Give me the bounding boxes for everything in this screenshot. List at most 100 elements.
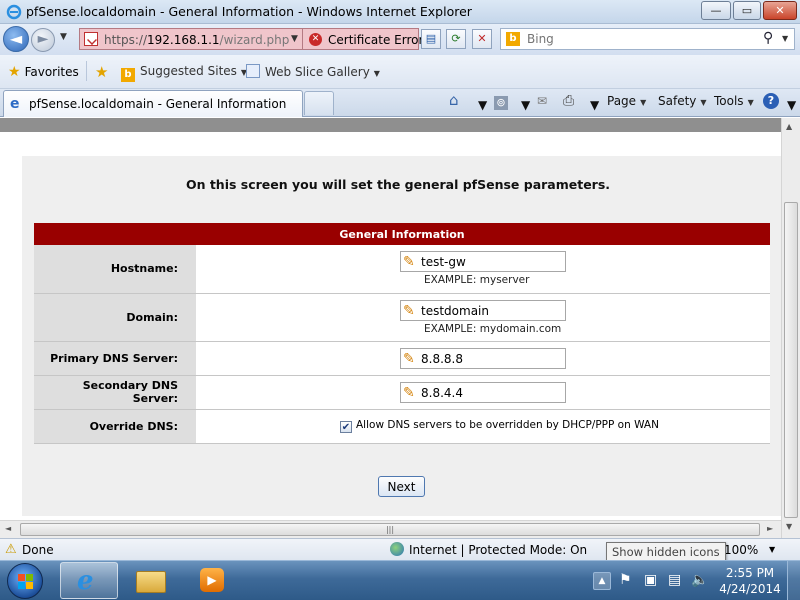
internet-explorer-icon: e <box>77 566 94 596</box>
vertical-scroll-thumb[interactable] <box>784 202 798 518</box>
action-center-flag-icon[interactable]: ⚑ <box>619 572 632 588</box>
certificate-error-button[interactable]: ✕ Certificate Error <box>303 28 423 50</box>
feeds-icon[interactable]: ⊚ <box>494 96 508 110</box>
safety-menu[interactable]: Safety ▼ <box>658 94 707 108</box>
address-url[interactable]: https://192.168.1.1/wizard.php <box>104 33 289 47</box>
search-options-dropdown-icon[interactable]: ▼ <box>782 34 788 43</box>
favorites-label: Favorites <box>24 65 79 79</box>
compatibility-view-button[interactable]: ▤ <box>421 29 441 49</box>
chevron-down-icon: ▼ <box>640 98 647 107</box>
print-icon[interactable]: ⎙ <box>563 93 574 109</box>
favorites-button[interactable]: ★ Favorites <box>8 64 79 80</box>
suggested-sites-link[interactable]: b Suggested Sites ▼ <box>121 64 247 82</box>
form-section-header: General Information <box>34 223 770 245</box>
hostname-row: Hostname: ✎ EXAMPLE: myserver <box>34 245 770 294</box>
primary-dns-field[interactable]: ✎ <box>400 347 566 369</box>
show-hidden-icons-tooltip: Show hidden icons <box>606 542 726 562</box>
scroll-down-icon[interactable]: ▼ <box>786 522 792 531</box>
search-box[interactable]: b ⚲ ▼ <box>500 28 795 50</box>
tab-label: pfSense.localdomain - General Informatio… <box>29 97 287 111</box>
tab-active[interactable]: e pfSense.localdomain - General Informat… <box>3 90 303 117</box>
recent-pages-dropdown-icon[interactable]: ▼ <box>60 32 67 42</box>
security-zone[interactable]: Internet | Protected Mode: On <box>409 543 587 557</box>
page-content: On this screen you will set the general … <box>0 118 800 538</box>
pencil-icon: ✎ <box>403 384 415 401</box>
search-icon[interactable]: ⚲ <box>763 30 773 46</box>
taskbar: e ▶ ▲ ⚑ ▣ ▤ 🔈 2:55 PM 4/24/2014 <box>0 560 800 600</box>
clock-date[interactable]: 4/24/2014 <box>718 582 782 596</box>
chevron-down-icon[interactable]: ▼ <box>787 98 796 112</box>
chevron-down-icon: ▼ <box>747 98 754 107</box>
star-icon: ★ <box>8 64 21 80</box>
vertical-scrollbar[interactable]: ▲ ▼ <box>781 118 800 538</box>
new-tab-button[interactable] <box>304 91 334 115</box>
scroll-left-icon[interactable]: ◄ <box>5 524 11 533</box>
add-to-favorites-bar-icon[interactable]: ★ <box>95 63 108 81</box>
safely-remove-hardware-icon[interactable]: ▣ <box>644 572 657 588</box>
scroll-up-icon[interactable]: ▲ <box>786 122 792 131</box>
back-button[interactable]: ◄ <box>3 26 29 52</box>
search-input[interactable] <box>527 30 757 48</box>
web-slice-label: Web Slice Gallery <box>265 65 370 79</box>
chevron-down-icon[interactable]: ▼ <box>590 98 599 112</box>
horizontal-scrollbar[interactable]: ◄ ||| ► <box>0 520 781 538</box>
domain-field[interactable]: ✎ <box>400 299 566 321</box>
pencil-icon: ✎ <box>403 350 415 367</box>
override-dns-description: Allow DNS servers to be overridden by DH… <box>356 419 659 431</box>
internet-explorer-icon <box>6 4 22 20</box>
chevron-down-icon: ▼ <box>700 98 707 107</box>
wizard-panel: On this screen you will set the general … <box>22 156 782 516</box>
volume-icon[interactable]: 🔈 <box>691 572 708 588</box>
folder-icon <box>136 571 166 593</box>
secondary-dns-input[interactable] <box>421 383 561 402</box>
section-title: General Information <box>339 227 465 241</box>
override-dns-option[interactable]: ✔ Allow DNS servers to be overridden by D… <box>340 419 770 433</box>
zoom-level[interactable]: 100% <box>724 543 758 557</box>
start-button[interactable] <box>7 563 43 599</box>
chevron-down-icon: ▼ <box>373 69 380 78</box>
certificate-error-label: Certificate Error <box>328 33 424 47</box>
maximize-button[interactable]: ▭ <box>733 1 761 20</box>
network-icon[interactable]: ▤ <box>668 572 681 588</box>
close-window-button[interactable]: ✕ <box>763 1 797 20</box>
show-desktop-button[interactable] <box>787 561 800 600</box>
chevron-down-icon[interactable]: ▼ <box>478 98 487 112</box>
help-icon[interactable]: ? <box>763 93 779 109</box>
hostname-input[interactable] <box>421 253 561 272</box>
domain-input[interactable] <box>421 301 561 320</box>
address-bar[interactable]: https://192.168.1.1/wizard.php ▼ <box>79 28 303 50</box>
mail-icon[interactable]: ✉ <box>537 94 547 108</box>
page-menu[interactable]: Page ▼ <box>607 94 646 108</box>
domain-example: EXAMPLE: mydomain.com <box>424 322 562 335</box>
pencil-icon: ✎ <box>403 254 415 271</box>
pencil-icon: ✎ <box>403 302 415 319</box>
stop-button[interactable]: ✕ <box>472 29 492 49</box>
hostname-field[interactable]: ✎ <box>400 251 566 273</box>
page-menu-label: Page <box>607 94 637 108</box>
web-slice-gallery-link[interactable]: Web Slice Gallery ▼ <box>246 64 380 79</box>
show-hidden-icons-button[interactable]: ▲ <box>593 572 611 590</box>
override-dns-checkbox[interactable]: ✔ <box>340 421 352 433</box>
taskbar-media-player[interactable]: ▶ <box>182 562 240 599</box>
secondary-dns-row: Secondary DNS Server: ✎ <box>34 375 770 410</box>
taskbar-internet-explorer[interactable]: e <box>60 562 118 599</box>
horizontal-scroll-thumb[interactable]: ||| <box>20 523 760 536</box>
chevron-down-icon[interactable]: ▼ <box>769 545 775 554</box>
page-error-icon <box>84 32 98 46</box>
home-icon[interactable]: ⌂ <box>449 91 459 109</box>
primary-dns-input[interactable] <box>421 349 561 368</box>
forward-button[interactable]: ► <box>31 28 55 52</box>
secondary-dns-field[interactable]: ✎ <box>400 381 566 403</box>
minimize-button[interactable]: — <box>701 1 731 20</box>
next-button[interactable]: Next <box>378 476 425 497</box>
domain-row: Domain: ✎ EXAMPLE: mydomain.com <box>34 293 770 342</box>
url-path: /wizard.php <box>219 33 290 47</box>
taskbar-windows-explorer[interactable] <box>122 562 180 599</box>
address-dropdown-icon[interactable]: ▼ <box>291 34 298 44</box>
clock-time[interactable]: 2:55 PM <box>722 566 778 580</box>
chevron-down-icon[interactable]: ▼ <box>521 98 530 112</box>
refresh-button[interactable]: ⟳ <box>446 29 466 49</box>
scroll-right-icon[interactable]: ► <box>767 524 773 533</box>
primary-dns-row: Primary DNS Server: ✎ <box>34 341 770 376</box>
tools-menu[interactable]: Tools ▼ <box>714 94 754 108</box>
